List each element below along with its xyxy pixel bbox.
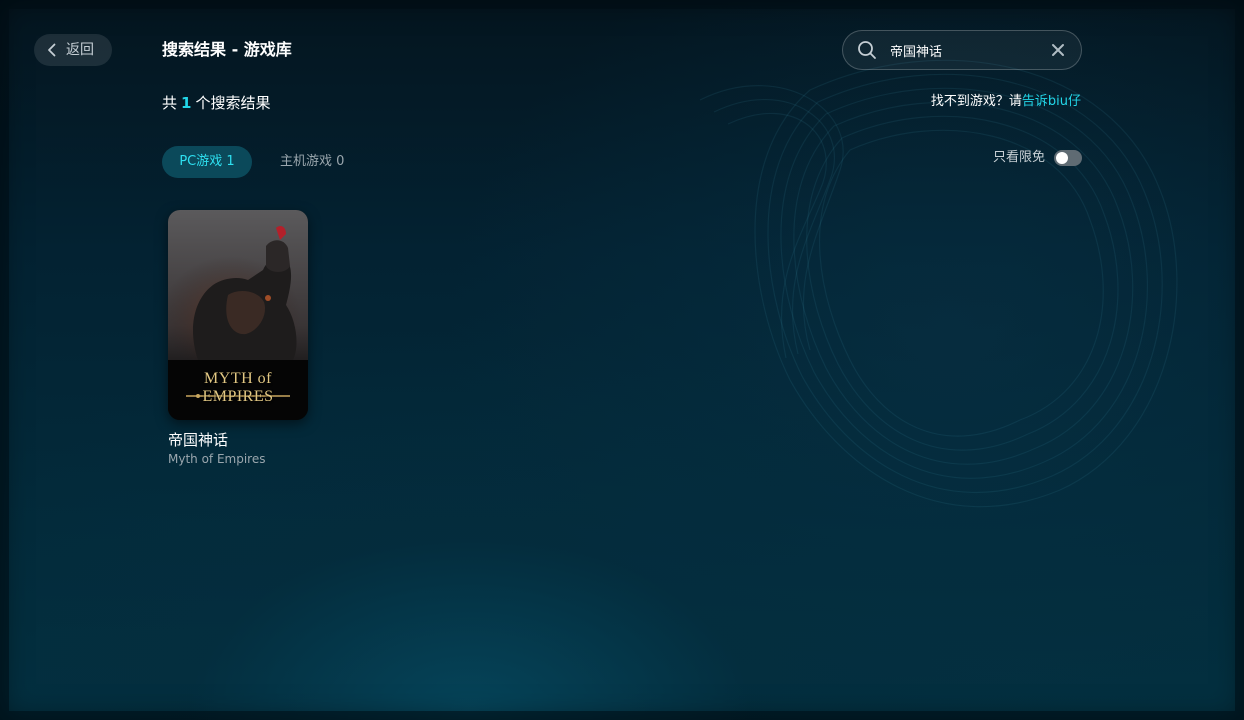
search-input[interactable] bbox=[890, 40, 1040, 60]
back-button-label: 返回 bbox=[66, 42, 94, 58]
clear-icon[interactable] bbox=[1051, 43, 1065, 57]
feedback-link[interactable]: 告诉biu仔 bbox=[1022, 94, 1081, 109]
tab-pc-games[interactable]: PC游戏 1 bbox=[162, 146, 252, 178]
result-count: 共 1 个搜索结果 bbox=[162, 93, 270, 113]
result-count-number: 1 bbox=[181, 94, 192, 112]
not-found-text: 找不到游戏？请 bbox=[930, 94, 1022, 109]
app-window: 返回 搜索结果 - 游戏库 共1个搜索结果 找不到游戏？请告诉biu仔 PC游戏… bbox=[0, 0, 1244, 720]
back-button[interactable]: 返回 bbox=[34, 34, 112, 66]
game-title: 帝国神话 bbox=[168, 431, 229, 449]
search-icon bbox=[858, 41, 876, 59]
result-count-suffix: 个搜索结果 bbox=[195, 94, 271, 112]
game-card[interactable]: MYTH of EMPIRES 帝国神话 Myth of Empires bbox=[168, 210, 308, 467]
result-count-prefix: 共 bbox=[162, 94, 178, 112]
game-cover-image: MYTH of EMPIRES bbox=[168, 210, 308, 420]
free-only-label: 只看限免 bbox=[993, 150, 1046, 165]
not-found-hint: 找不到游戏？请告诉biu仔 bbox=[931, 93, 1081, 111]
chevron-left-icon bbox=[48, 43, 56, 57]
toggle-knob bbox=[1056, 152, 1068, 164]
cover-logo-text: MYTH of EMPIRES bbox=[202, 370, 274, 405]
search-box bbox=[842, 30, 1082, 70]
tab-console-games[interactable]: 主机游戏 0 bbox=[280, 146, 344, 178]
free-only-toggle[interactable] bbox=[1054, 150, 1082, 166]
page-title: 搜索结果 - 游戏库 bbox=[162, 40, 292, 59]
game-subtitle: Myth of Empires bbox=[168, 452, 266, 466]
